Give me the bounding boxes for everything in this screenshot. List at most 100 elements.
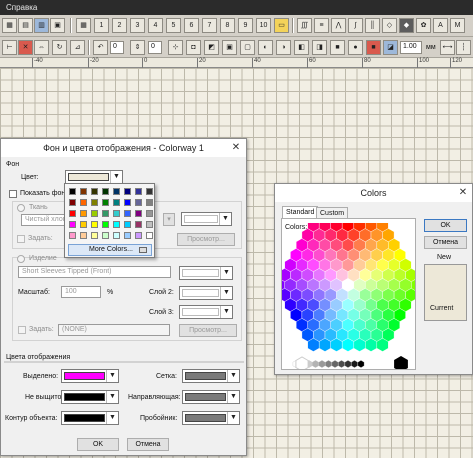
step-3-button[interactable]: 3 <box>130 18 145 33</box>
set-product-checkbox[interactable] <box>18 326 26 334</box>
color-swatch[interactable] <box>135 210 142 217</box>
color-swatch[interactable] <box>91 199 98 206</box>
rotate-icon[interactable]: ↻ <box>52 40 67 55</box>
snap-icon[interactable]: ⊹ <box>168 40 183 55</box>
outline-icon[interactable]: ◇ <box>382 18 397 33</box>
blend-icon[interactable]: ◪ <box>383 40 398 55</box>
color-swatch[interactable] <box>135 199 142 206</box>
ok-button[interactable]: OK <box>77 438 119 451</box>
color-swatch[interactable] <box>91 188 98 195</box>
selected-color-picker[interactable]: ▼ <box>61 369 119 383</box>
preview-product-button[interactable]: Просмотр... <box>179 324 237 337</box>
color-swatch[interactable] <box>80 221 87 228</box>
gray-cell[interactable] <box>351 360 358 368</box>
color-swatch[interactable] <box>113 232 120 239</box>
color-swatch[interactable] <box>135 221 142 228</box>
delete-icon[interactable]: ✕ <box>18 40 33 55</box>
menu-item-help[interactable]: Справка <box>6 3 37 12</box>
chevron-down-icon[interactable]: ▾ <box>163 213 175 226</box>
color-swatch[interactable] <box>91 232 98 239</box>
folder-icon[interactable]: ▭ <box>274 18 289 33</box>
mirror-icon[interactable]: ⇔ <box>34 40 49 55</box>
skew-icon[interactable]: ⊿ <box>70 40 85 55</box>
gray-cell[interactable] <box>338 360 345 368</box>
color-swatch[interactable] <box>102 232 109 239</box>
color-swatch[interactable] <box>80 188 87 195</box>
color-swatch[interactable] <box>146 188 153 195</box>
color-swatch[interactable] <box>102 221 109 228</box>
shape-icon[interactable]: ● <box>348 40 363 55</box>
color-swatch[interactable] <box>80 210 87 217</box>
color-swatch[interactable] <box>124 232 131 239</box>
spin-icon[interactable]: ⇕ <box>130 40 145 55</box>
measure-icon[interactable]: ⟷ <box>440 40 455 55</box>
step-5-button[interactable]: 5 <box>166 18 181 33</box>
outline-color-picker[interactable]: ▼ <box>61 411 119 425</box>
gray-cell[interactable] <box>344 360 352 368</box>
close-icon[interactable]: ✕ <box>229 141 243 155</box>
fabric-radio[interactable] <box>17 204 25 212</box>
step-6-button[interactable]: 6 <box>184 18 199 33</box>
step-8-button[interactable]: 8 <box>220 18 235 33</box>
save-icon[interactable]: ▣ <box>50 18 65 33</box>
lettering-icon[interactable]: A <box>433 18 448 33</box>
color-swatch[interactable] <box>69 221 76 228</box>
more-colors-button[interactable]: More Colors... <box>68 244 152 256</box>
fill-icon[interactable]: ≡ <box>314 18 329 33</box>
scale-field[interactable]: 100 <box>61 286 101 298</box>
grid-view-icon[interactable]: ▦ <box>76 18 91 33</box>
monogram-icon[interactable]: M <box>450 18 465 33</box>
step-4-button[interactable]: 4 <box>148 18 163 33</box>
zigzag-icon[interactable]: ⋀ <box>331 18 346 33</box>
step-7-button[interactable]: 7 <box>202 18 217 33</box>
color-swatch[interactable] <box>124 221 131 228</box>
fill-shape-icon[interactable]: ■ <box>330 40 345 55</box>
show-background-checkbox[interactable] <box>9 190 17 198</box>
color-swatch[interactable] <box>69 210 76 217</box>
thread-chart-icon[interactable]: ▥ <box>34 18 49 33</box>
back-icon[interactable]: ◨ <box>312 40 327 55</box>
color-swatch[interactable] <box>113 221 120 228</box>
grid-icon[interactable]: ▦ <box>2 18 17 33</box>
align-left-icon[interactable]: ⊢ <box>2 40 17 55</box>
ungroup-icon[interactable]: ▢ <box>240 40 255 55</box>
step-1-button[interactable]: 1 <box>94 18 109 33</box>
color-swatch[interactable] <box>146 232 153 239</box>
color-swatch[interactable] <box>69 199 76 206</box>
undo-icon[interactable]: ↶ <box>93 40 108 55</box>
cancel-button[interactable]: Отмена <box>127 438 169 451</box>
weld-icon[interactable]: ◐ <box>258 40 273 55</box>
layer-2-color-picker[interactable]: ▼ <box>179 286 233 300</box>
color-swatch[interactable] <box>102 188 109 195</box>
node-icon[interactable]: ◘ <box>186 40 201 55</box>
trial-color-picker[interactable]: ▼ <box>182 411 240 425</box>
layer-3-color-picker[interactable]: ▼ <box>179 305 233 319</box>
color-swatch[interactable] <box>124 188 131 195</box>
product-file-field[interactable]: (NONE) <box>58 324 170 336</box>
step-2-button[interactable]: 2 <box>112 18 127 33</box>
color-swatch[interactable] <box>124 210 131 217</box>
run-stitch-icon[interactable]: ∫ <box>348 18 363 33</box>
white-cell[interactable] <box>295 356 309 369</box>
unselected-color-picker[interactable]: ▼ <box>61 390 119 404</box>
color-swatch[interactable] <box>135 188 142 195</box>
reshape-icon[interactable]: ◩ <box>204 40 219 55</box>
gray-cell[interactable] <box>318 360 326 368</box>
color-block-icon[interactable]: ■ <box>366 40 381 55</box>
gray-cell[interactable] <box>312 360 319 368</box>
color-swatch[interactable] <box>146 199 153 206</box>
color-swatch[interactable] <box>113 210 120 217</box>
step-10-button[interactable]: 10 <box>256 18 271 33</box>
front-icon[interactable]: ◧ <box>294 40 309 55</box>
close-icon[interactable]: ✕ <box>456 186 470 200</box>
color-swatch[interactable] <box>69 188 76 195</box>
color-swatch[interactable] <box>146 221 153 228</box>
ok-button[interactable]: OK <box>424 219 467 232</box>
applique-icon[interactable]: ◆ <box>399 18 414 33</box>
color-swatch[interactable] <box>113 199 120 206</box>
column-icon[interactable]: ║ <box>365 18 380 33</box>
offset-x-field[interactable]: 0 <box>110 41 124 54</box>
gray-cell[interactable] <box>325 360 332 368</box>
color-swatch[interactable] <box>146 210 153 217</box>
color-swatch[interactable] <box>91 210 98 217</box>
